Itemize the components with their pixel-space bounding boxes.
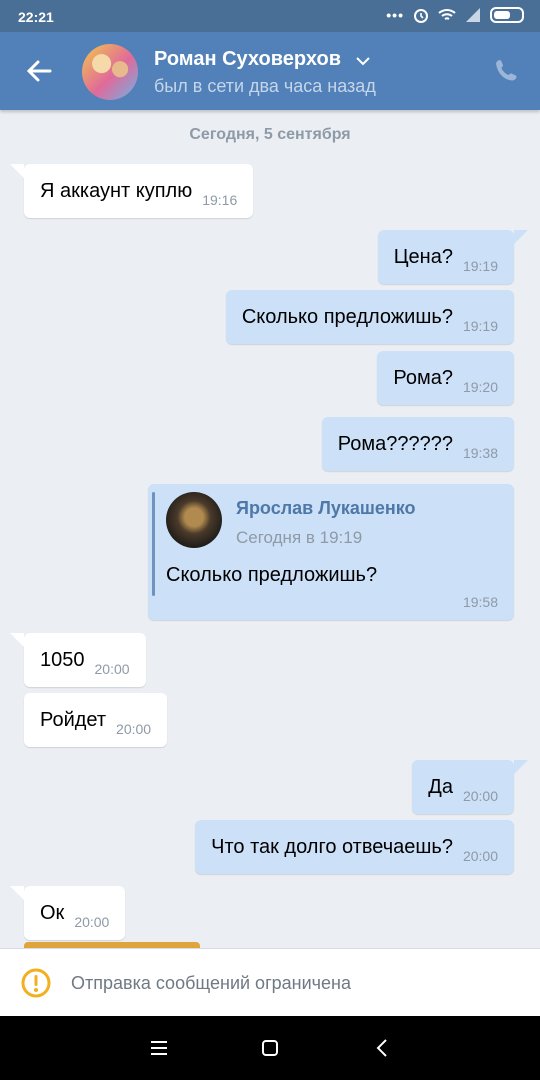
contact-avatar[interactable] (82, 44, 138, 100)
chevron-down-icon[interactable] (356, 56, 370, 66)
message-time: 19:38 (462, 445, 498, 461)
message-outgoing[interactable]: Сколько предложишь? 19:19 (225, 290, 514, 344)
message-time: 20:00 (94, 661, 130, 677)
message-text: Цена? (393, 245, 453, 268)
message-text: Рома?????? (337, 432, 453, 455)
message-time: 20:00 (462, 848, 498, 864)
message-time: 19:16 (202, 192, 238, 208)
message-outgoing[interactable]: Рома? 19:20 (377, 351, 514, 405)
contact-name[interactable]: Роман Суховерхов (154, 48, 341, 71)
alarm-icon (414, 9, 428, 23)
forward-indicator (152, 492, 155, 596)
message-outgoing[interactable]: Рома?????? 19:38 (321, 417, 514, 471)
message-time: 19:19 (462, 258, 498, 274)
message-incoming[interactable]: 1050 20:00 (10, 633, 146, 687)
message-time: 19:20 (462, 379, 498, 395)
status-time: 22:21 (18, 9, 54, 25)
message-text: Я аккаунт куплю (40, 179, 193, 202)
date-separator: Сегодня, 5 сентября (189, 126, 351, 143)
message-time: 20:00 (116, 721, 152, 737)
message-time: 19:19 (462, 318, 498, 334)
forwarded-text: Сколько предложишь? (166, 564, 378, 586)
warning-icon (21, 968, 51, 998)
message-incoming[interactable]: Ок 20:00 (9, 886, 126, 940)
status-bar: 22:21 ••• (0, 0, 540, 32)
forwarded-author-name[interactable]: Ярослав Лукашенко (236, 498, 416, 519)
more-dots-icon: ••• (386, 7, 404, 23)
message-text: Ройдет (40, 708, 107, 731)
forwarded-author-avatar[interactable] (166, 492, 222, 548)
message-incoming[interactable]: Ройдет 20:00 (24, 693, 168, 747)
message-time: 19:58 (462, 594, 498, 610)
message-text: Да (428, 775, 453, 798)
message-text: 1050 (40, 648, 85, 671)
system-nav-bar (0, 1016, 540, 1080)
message-time: 20:00 (462, 788, 498, 804)
message-outgoing[interactable]: Да 20:00 (412, 760, 528, 814)
home-icon[interactable] (258, 1036, 282, 1060)
messaging-restricted-notice: Отправка сообщений ограничена (0, 948, 540, 1017)
back-arrow-icon[interactable] (22, 54, 56, 88)
message-text: Ок (40, 901, 65, 924)
message-text: Что так долго отвечаешь? (211, 835, 453, 858)
wifi-icon (438, 9, 456, 20)
message-outgoing[interactable]: Цена? 19:19 (377, 230, 529, 284)
battery-icon (490, 7, 524, 23)
contact-status: был в сети два часа назад (154, 76, 376, 96)
signal-icon (466, 8, 480, 22)
notice-text: Отправка сообщений ограничена (71, 973, 351, 993)
message-text: Рома? (393, 366, 453, 389)
message-time: 20:00 (74, 914, 110, 930)
phone-icon[interactable] (494, 58, 520, 84)
chat-header: Роман Суховерхов был в сети два часа наз… (0, 32, 540, 110)
forwarded-message[interactable]: Ярослав Лукашенко Сегодня в 19:19 Скольк… (148, 484, 514, 620)
message-text: Сколько предложишь? (241, 305, 453, 328)
message-outgoing[interactable]: Что так долго отвечаешь? 20:00 (195, 820, 514, 874)
menu-icon[interactable] (147, 1036, 171, 1060)
back-icon[interactable] (371, 1036, 395, 1060)
message-incoming[interactable]: Я аккаунт куплю 19:16 (9, 164, 254, 218)
forwarded-date: Сегодня в 19:19 (236, 528, 363, 547)
